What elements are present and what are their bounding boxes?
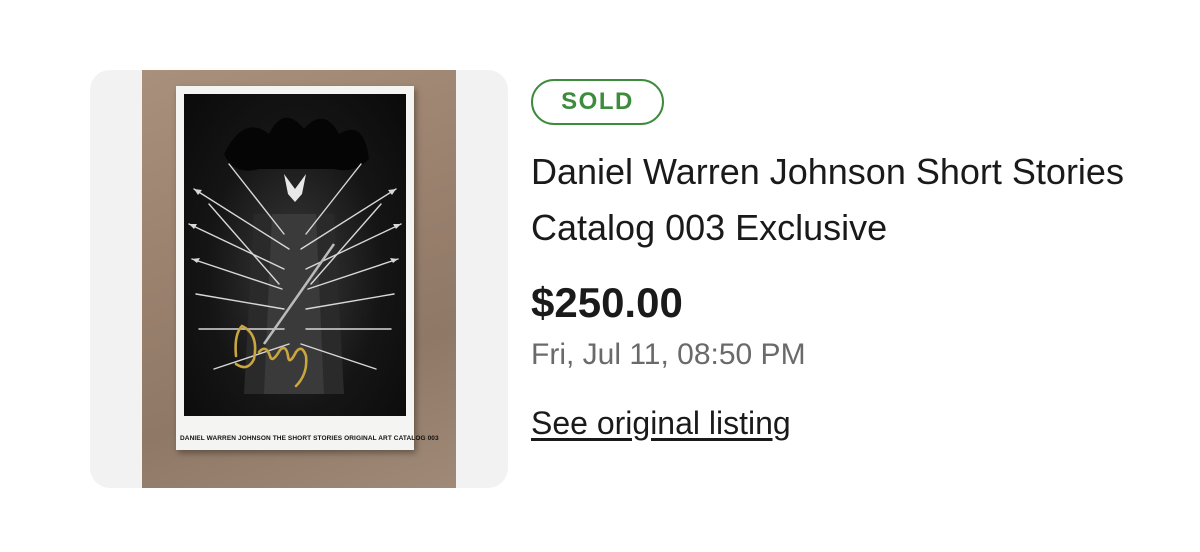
sold-listing-card[interactable]: DANIEL WARREN JOHNSON THE SHORT STORIES … [0,0,1200,552]
cover-artwork [184,94,406,416]
sold-date: Fri, Jul 11, 08:50 PM [531,338,806,371]
book-cover-title: DANIEL WARREN JOHNSON THE SHORT STORIES … [180,435,439,442]
listing-image-frame[interactable]: DANIEL WARREN JOHNSON THE SHORT STORIES … [90,70,508,488]
book-cover: DANIEL WARREN JOHNSON THE SHORT STORIES … [176,86,439,450]
sold-status-badge: SOLD [531,79,664,125]
listing-title[interactable]: Daniel Warren Johnson Short Stories Cata… [531,144,1131,256]
listing-photo: DANIEL WARREN JOHNSON THE SHORT STORIES … [142,70,456,488]
listing-price: $250.00 [531,279,683,326]
see-original-listing-link[interactable]: See original listing [531,405,791,442]
cover-illustration [188,117,402,394]
